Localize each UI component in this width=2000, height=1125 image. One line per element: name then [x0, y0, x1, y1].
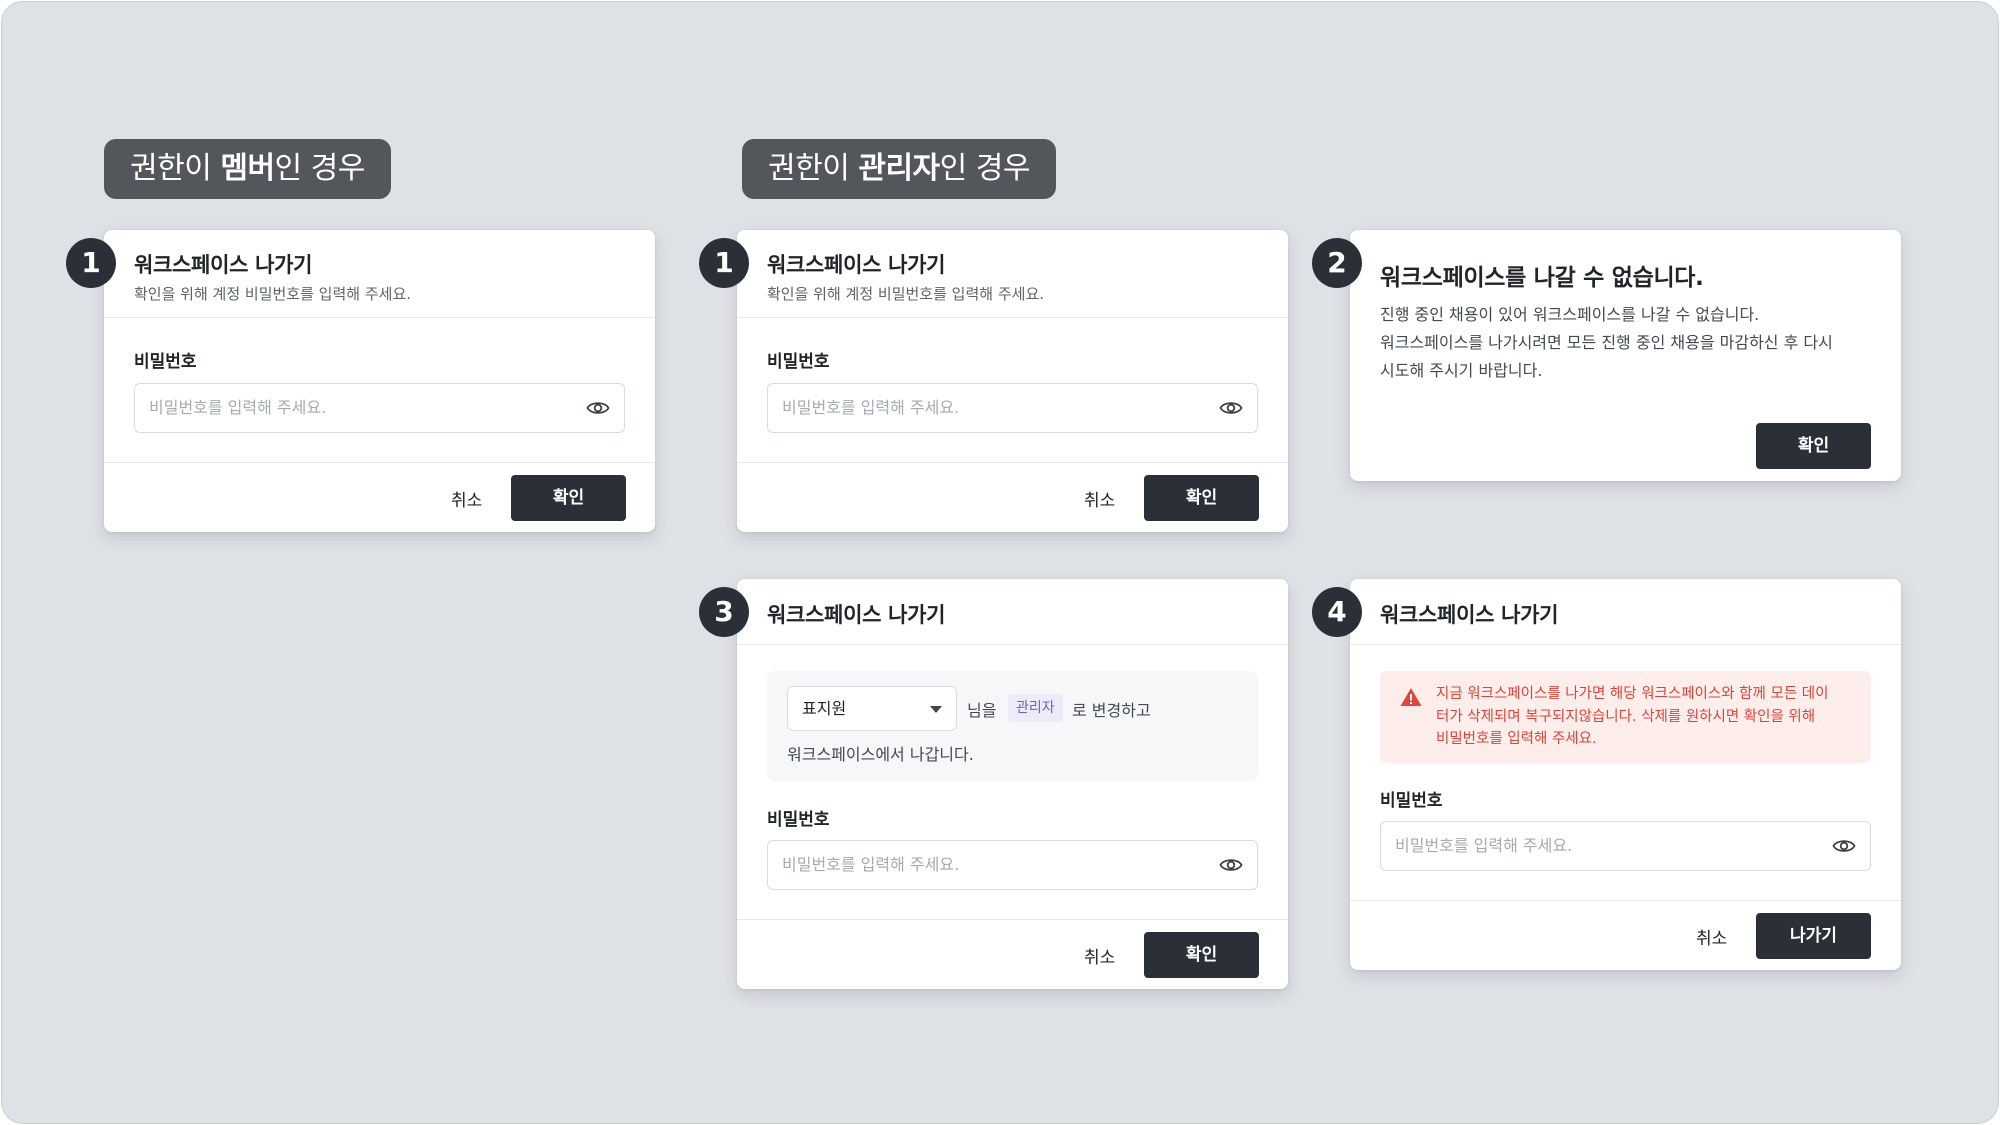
leave-workspace-dialog-member: 1 워크스페이스 나가기 확인을 위해 계정 비밀번호를 입력해 주세요. 비밀… — [66, 230, 655, 532]
leave-workspace-warning-dialog: 4 워크스페이스 나가기 지금 워크스페이스를 나가면 해당 워크스페이스와 함… — [1312, 579, 1901, 970]
canvas: 권한이 멤버인 경우 권한이 관리자인 경우 1 워크스페이스 나가기 확인을 … — [1, 1, 1999, 1124]
role-chip: 관리자 — [1008, 694, 1063, 722]
confirm-button[interactable]: 확인 — [1144, 475, 1259, 521]
warning-triangle-icon — [1400, 688, 1422, 706]
dialog-title: 워크스페이스 나가기 — [1380, 603, 1559, 627]
leave-button[interactable]: 나가기 — [1756, 913, 1871, 959]
dialog-header: 워크스페이스 나가기 확인을 위해 계정 비밀번호를 입력해 주세요. — [737, 230, 1288, 318]
text-after-select: 님을 — [967, 701, 997, 720]
password-label: 비밀번호 — [134, 352, 197, 372]
password-label: 비밀번호 — [1380, 791, 1443, 811]
leave-message: 워크스페이스에서 나갑니다. — [787, 745, 974, 764]
dialog-subtitle: 확인을 위해 계정 비밀번호를 입력해 주세요. — [767, 285, 1045, 303]
section-tag-member: 권한이 멤버인 경우 — [104, 139, 391, 199]
cancel-button[interactable]: 취소 — [1084, 486, 1115, 511]
confirm-button[interactable]: 확인 — [1756, 423, 1871, 469]
section-tag-role: 멤버 — [220, 151, 275, 186]
eye-icon[interactable] — [1219, 855, 1243, 875]
section-tag-prefix: 권한이 — [768, 151, 859, 186]
eye-icon[interactable] — [1219, 398, 1243, 418]
message-line: 워크스페이스를 나가시려면 모든 진행 중인 채용을 마감하신 후 다시 — [1380, 333, 1833, 352]
section-tag-suffix: 인 경우 — [939, 151, 1031, 186]
selected-member: 표지원 — [802, 699, 847, 718]
section-tag-role: 관리자 — [858, 151, 940, 186]
section-tag-admin: 권한이 관리자인 경우 — [742, 139, 1056, 199]
section-tag-suffix: 인 경우 — [274, 151, 366, 186]
eye-icon[interactable] — [586, 398, 610, 418]
dialog-footer: 취소 확인 — [737, 919, 1288, 989]
password-placeholder: 비밀번호를 입력해 주세요. — [149, 398, 327, 417]
password-label: 비밀번호 — [767, 810, 830, 830]
password-field[interactable]: 비밀번호를 입력해 주세요. — [1380, 821, 1871, 871]
dialog-header: 워크스페이스 나가기 — [737, 579, 1288, 645]
delete-warning-alert: 지금 워크스페이스를 나가면 해당 워크스페이스와 함께 모든 데이 터가 삭제… — [1380, 671, 1871, 763]
dialog-title: 워크스페이스 나가기 — [767, 603, 946, 627]
dialog-title: 워크스페이스 나가기 — [134, 253, 313, 277]
cancel-button[interactable]: 취소 — [451, 486, 482, 511]
password-field[interactable]: 비밀번호를 입력해 주세요. — [767, 840, 1258, 890]
dialog-footer: 취소 나가기 — [1350, 900, 1901, 970]
dialog-header: 워크스페이스 나가기 확인을 위해 계정 비밀번호를 입력해 주세요. — [104, 230, 655, 318]
warning-message: 지금 워크스페이스를 나가면 해당 워크스페이스와 함께 모든 데이 터가 삭제… — [1436, 683, 1851, 751]
message-line: 시도해 주시기 바랍니다. — [1380, 361, 1543, 380]
new-admin-select[interactable]: 표지원 — [787, 686, 957, 731]
section-tag-prefix: 권한이 — [130, 151, 221, 186]
dialog-footer: 취소 확인 — [737, 462, 1288, 532]
warning-line: 비밀번호를 입력해 주세요. — [1436, 731, 1597, 747]
transfer-admin-dialog: 3 워크스페이스 나가기 표지원 님을 관리자 로 변경하고 워크스페이스에서 … — [699, 579, 1288, 989]
warning-line: 터가 삭제되며 복구되지않습니다. 삭제를 원하시면 확인을 위해 — [1436, 708, 1816, 725]
chevron-down-icon — [930, 706, 942, 713]
warning-line: 지금 워크스페이스를 나가면 해당 워크스페이스와 함께 모든 데이 — [1436, 686, 1829, 702]
dialog-footer: 취소 확인 — [104, 462, 655, 532]
dialog-message: 진행 중인 채용이 있어 워크스페이스를 나갈 수 없습니다. 워크스페이스를 … — [1380, 301, 1871, 385]
confirm-button[interactable]: 확인 — [1144, 932, 1259, 978]
dialog-title: 워크스페이스 나가기 — [767, 253, 946, 277]
password-placeholder: 비밀번호를 입력해 주세요. — [782, 398, 960, 417]
password-placeholder: 비밀번호를 입력해 주세요. — [782, 855, 960, 874]
message-line: 진행 중인 채용이 있어 워크스페이스를 나갈 수 없습니다. — [1380, 305, 1760, 324]
password-field[interactable]: 비밀번호를 입력해 주세요. — [134, 383, 625, 433]
password-field[interactable]: 비밀번호를 입력해 주세요. — [767, 383, 1258, 433]
cannot-leave-dialog: 2 워크스페이스를 나갈 수 없습니다. 진행 중인 채용이 있어 워크스페이스… — [1312, 230, 1901, 481]
password-label: 비밀번호 — [767, 352, 830, 372]
confirm-button[interactable]: 확인 — [511, 475, 626, 521]
password-placeholder: 비밀번호를 입력해 주세요. — [1395, 836, 1573, 855]
leave-workspace-dialog-admin: 1 워크스페이스 나가기 확인을 위해 계정 비밀번호를 입력해 주세요. 비밀… — [699, 230, 1288, 532]
transfer-admin-box: 표지원 님을 관리자 로 변경하고 워크스페이스에서 나갑니다. — [767, 671, 1258, 781]
dialog-subtitle: 확인을 위해 계정 비밀번호를 입력해 주세요. — [134, 285, 412, 303]
cancel-button[interactable]: 취소 — [1084, 943, 1115, 968]
cancel-button[interactable]: 취소 — [1696, 924, 1727, 949]
eye-icon[interactable] — [1832, 836, 1856, 856]
text-after-chip: 로 변경하고 — [1072, 701, 1151, 720]
dialog-header: 워크스페이스 나가기 — [1350, 579, 1901, 645]
step-badge: 2 — [1312, 238, 1362, 288]
dialog-title: 워크스페이스를 나갈 수 없습니다. — [1380, 265, 1704, 291]
